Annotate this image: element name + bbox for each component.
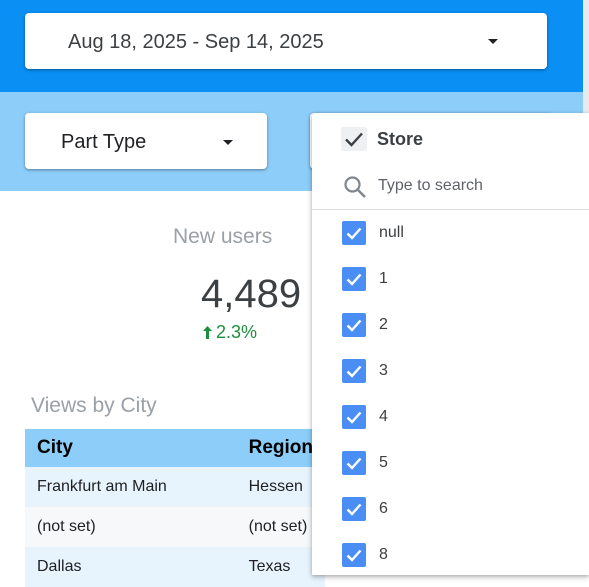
- option-label: 5: [379, 454, 388, 471]
- checkbox[interactable]: [342, 497, 366, 521]
- check-icon: [346, 319, 362, 332]
- checkbox[interactable]: [342, 543, 366, 567]
- dropdown-title: Store: [377, 129, 424, 149]
- option-label: 6: [379, 500, 388, 517]
- table-cell: (not set): [25, 507, 237, 547]
- check-icon: [346, 227, 362, 240]
- check-icon: [341, 127, 367, 151]
- kpi-delta-value: 2.3%: [216, 322, 258, 342]
- table-row: Frankfurt am Main Hessen: [25, 467, 325, 507]
- table-title: Views by City: [31, 394, 157, 417]
- check-icon: [346, 411, 362, 424]
- kpi-title: New users: [173, 225, 273, 248]
- option-6[interactable]: 6: [312, 486, 589, 532]
- checkbox[interactable]: [342, 313, 366, 337]
- option-null[interactable]: null: [312, 210, 589, 256]
- table-row: (not set) (not set): [25, 507, 325, 547]
- part-type-filter[interactable]: Part Type: [25, 113, 267, 169]
- option-label: 3: [379, 362, 388, 379]
- views-by-city-table: City Region Frankfurt am Main Hessen (no…: [25, 429, 325, 587]
- search-input[interactable]: [378, 173, 568, 199]
- kpi-delta: 2.3%: [203, 322, 257, 343]
- checkbox[interactable]: [342, 221, 366, 245]
- select-all-toggle[interactable]: Store: [312, 113, 589, 165]
- dropdown-search: [312, 165, 589, 210]
- option-3[interactable]: 3: [312, 348, 589, 394]
- checkbox[interactable]: [342, 267, 366, 291]
- checkbox[interactable]: [342, 359, 366, 383]
- option-4[interactable]: 4: [312, 394, 589, 440]
- option-8[interactable]: 8: [312, 532, 589, 578]
- checkbox[interactable]: [342, 451, 366, 475]
- option-1[interactable]: 1: [312, 256, 589, 302]
- table-cell: Dallas: [25, 547, 237, 587]
- table-header-row: City Region: [25, 429, 325, 467]
- table-cell: Frankfurt am Main: [25, 467, 237, 507]
- store-dropdown-menu: Store null 1 2 3 4 5: [312, 113, 589, 575]
- option-2[interactable]: 2: [312, 302, 589, 348]
- caret-down-icon: [488, 39, 498, 44]
- search-icon: [344, 176, 366, 198]
- option-label: 8: [379, 546, 388, 563]
- option-5[interactable]: 5: [312, 440, 589, 486]
- table-row: Dallas Texas: [25, 547, 325, 587]
- option-label: 2: [379, 316, 388, 333]
- check-icon: [346, 273, 362, 286]
- option-label: 4: [379, 408, 388, 425]
- option-label: null: [379, 224, 404, 241]
- column-header-city[interactable]: City: [25, 429, 237, 467]
- arrow-up-icon: [203, 326, 212, 339]
- date-range-label: Aug 18, 2025 - Sep 14, 2025: [68, 31, 324, 53]
- kpi-value: 4,489: [201, 272, 302, 316]
- check-icon: [346, 503, 362, 516]
- checkbox[interactable]: [342, 405, 366, 429]
- date-range-picker[interactable]: Aug 18, 2025 - Sep 14, 2025: [25, 13, 547, 69]
- check-icon: [346, 549, 362, 562]
- option-label: 1: [379, 270, 388, 287]
- part-type-label: Part Type: [61, 131, 147, 153]
- caret-down-icon: [223, 140, 233, 145]
- check-icon: [346, 365, 362, 378]
- check-icon: [346, 457, 362, 470]
